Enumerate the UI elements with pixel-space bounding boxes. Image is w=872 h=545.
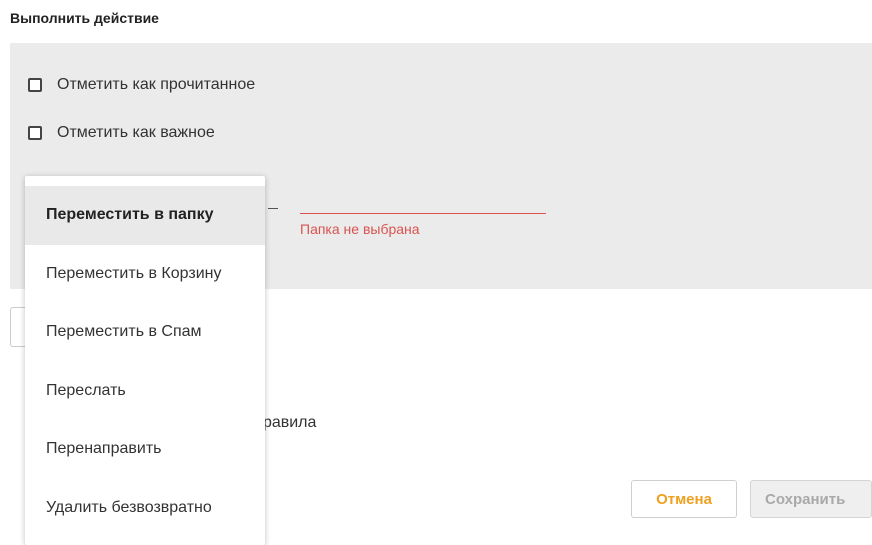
action-dropdown-menu: Переместить в папку Переместить в Корзин…: [25, 176, 265, 545]
mark-important-label: Отметить как важное: [57, 124, 215, 141]
mark-read-label: Отметить как прочитанное: [57, 76, 256, 93]
cancel-button[interactable]: Отмена: [631, 480, 737, 518]
dropdown-item-move-to-spam[interactable]: Переместить в Спам: [25, 303, 265, 362]
folder-field[interactable]: [300, 189, 546, 214]
mark-read-option[interactable]: Отметить как прочитанное: [28, 76, 255, 94]
dropdown-item-move-to-trash[interactable]: Переместить в Корзину: [25, 245, 265, 304]
dropdown-item-redirect[interactable]: Перенаправить: [25, 420, 265, 479]
dropdown-item-delete-permanently[interactable]: Удалить безвозвратно: [25, 479, 265, 538]
mark-read-checkbox[interactable]: [28, 78, 42, 92]
dropdown-item-forward[interactable]: Переслать: [25, 362, 265, 421]
dropdown-item-move-to-folder[interactable]: Переместить в папку: [25, 186, 265, 245]
mark-important-checkbox[interactable]: [28, 126, 42, 140]
action-select-edge: [268, 208, 278, 209]
save-button[interactable]: Сохранить: [750, 480, 872, 518]
filter-rule-editor: Выполнить действие Отметить как прочитан…: [0, 0, 872, 545]
mark-important-option[interactable]: Отметить как важное: [28, 124, 215, 142]
section-title: Выполнить действие: [10, 10, 159, 26]
folder-error-message: Папка не выбрана: [300, 221, 420, 237]
